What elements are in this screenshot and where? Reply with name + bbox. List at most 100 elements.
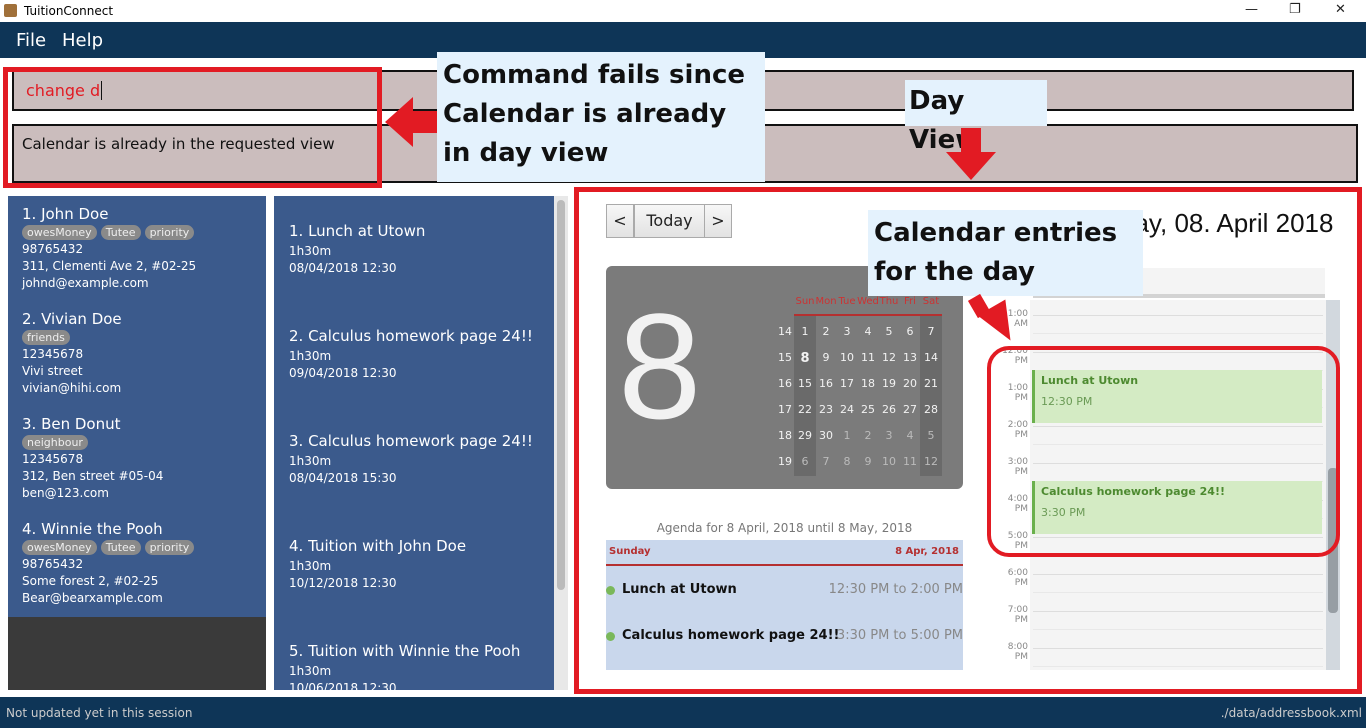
month-day[interactable]: 4 bbox=[899, 429, 921, 442]
month-day[interactable]: 30 bbox=[815, 429, 837, 442]
month-day[interactable]: 13 bbox=[899, 351, 921, 364]
close-button[interactable]: ✕ bbox=[1335, 2, 1346, 17]
month-day[interactable]: 22 bbox=[794, 403, 816, 416]
person-name: 1. John Doe bbox=[22, 205, 109, 223]
month-day[interactable]: 14 bbox=[920, 351, 942, 364]
tag: Tutee bbox=[100, 225, 141, 240]
month-day[interactable]: 5 bbox=[920, 429, 942, 442]
tag: priority bbox=[144, 225, 195, 240]
month-day[interactable]: 9 bbox=[857, 455, 879, 468]
annotation-highlight-entries bbox=[987, 346, 1340, 557]
month-day[interactable]: 12 bbox=[920, 455, 942, 468]
event-duration: 1h30m bbox=[289, 664, 332, 678]
month-day[interactable]: 25 bbox=[857, 403, 879, 416]
week-number: 18 bbox=[778, 429, 792, 442]
week-number: 17 bbox=[778, 403, 792, 416]
maximize-button[interactable]: ❐ bbox=[1289, 2, 1301, 17]
month-day[interactable]: 17 bbox=[836, 377, 858, 390]
title-bar: TuitionConnect — ❐ ✕ bbox=[0, 0, 1366, 22]
tag: owesMoney bbox=[22, 540, 97, 555]
month-day[interactable]: 26 bbox=[878, 403, 900, 416]
month-day[interactable]: 29 bbox=[794, 429, 816, 442]
month-day[interactable]: 16 bbox=[815, 377, 837, 390]
month-day[interactable]: 7 bbox=[815, 455, 837, 468]
person-email: Bear@bearxample.com bbox=[22, 591, 163, 605]
month-day[interactable]: 11 bbox=[857, 351, 879, 364]
person-address: 311, Clementi Ave 2, #02-25 bbox=[22, 259, 197, 273]
prev-button[interactable]: < bbox=[606, 204, 634, 238]
person-card[interactable]: 1. John Doe owesMoney Tutee priority 9876543… bbox=[22, 204, 198, 292]
today-button[interactable]: Today bbox=[634, 204, 705, 238]
month-day[interactable]: 10 bbox=[878, 455, 900, 468]
person-phone: 98765432 bbox=[22, 242, 84, 256]
month-day[interactable]: 15 bbox=[794, 377, 816, 390]
month-day[interactable]: 2 bbox=[815, 325, 837, 338]
agenda-dot-icon bbox=[606, 632, 615, 641]
event-datetime: 08/04/2018 15:30 bbox=[289, 471, 397, 485]
menu-file[interactable]: File bbox=[16, 30, 46, 51]
weekday-label: Wed bbox=[857, 296, 879, 307]
person-card[interactable]: 3. Ben Donut neighbour 12345678 312, Ben st… bbox=[22, 414, 163, 502]
month-day[interactable]: 12 bbox=[878, 351, 900, 364]
event-card[interactable]: 3. Calculus homework page 24!! 1h30m 08/04… bbox=[289, 429, 533, 487]
tag: friends bbox=[22, 330, 70, 345]
month-day[interactable]: 6 bbox=[899, 325, 921, 338]
menu-help[interactable]: Help bbox=[62, 30, 103, 51]
month-day[interactable]: 6 bbox=[794, 455, 816, 468]
arrow-left-icon bbox=[385, 97, 413, 147]
event-name: 2. Calculus homework page 24!! bbox=[289, 327, 533, 345]
person-name: 3. Ben Donut bbox=[22, 415, 121, 433]
person-list[interactable]: 1. John Doe owesMoney Tutee priority 9876543… bbox=[8, 196, 266, 690]
time-label: 6:00 PM bbox=[1007, 568, 1028, 588]
tag: owesMoney bbox=[22, 225, 97, 240]
hour-line bbox=[1033, 611, 1323, 612]
next-button[interactable]: > bbox=[704, 204, 732, 238]
tag-list: neighbour bbox=[22, 434, 163, 451]
month-day[interactable]: 1 bbox=[794, 325, 816, 338]
month-day[interactable]: 18 bbox=[857, 377, 879, 390]
event-datetime: 09/04/2018 12:30 bbox=[289, 366, 397, 380]
month-day[interactable]: 20 bbox=[899, 377, 921, 390]
month-day[interactable]: 27 bbox=[899, 403, 921, 416]
month-day[interactable]: 5 bbox=[878, 325, 900, 338]
month-day[interactable]: 11 bbox=[899, 455, 921, 468]
event-card[interactable]: 5. Tuition with Winnie the Pooh 1h30m 10/0… bbox=[289, 639, 520, 697]
month-day[interactable]: 23 bbox=[815, 403, 837, 416]
minimize-button[interactable]: — bbox=[1245, 2, 1258, 17]
month-day[interactable]: 10 bbox=[836, 351, 858, 364]
weekday-label: Thu bbox=[879, 296, 899, 307]
month-day[interactable]: 7 bbox=[920, 325, 942, 338]
agenda-date: 8 Apr, 2018 bbox=[895, 546, 959, 557]
month-day[interactable]: 8 bbox=[794, 351, 816, 366]
month-day[interactable]: 8 bbox=[836, 455, 858, 468]
scrollbar[interactable] bbox=[554, 196, 568, 690]
event-card[interactable]: 1. Lunch at Utown 1h30m 08/04/2018 12:30 bbox=[289, 219, 425, 277]
event-datetime: 10/12/2018 12:30 bbox=[289, 576, 397, 590]
month-day[interactable]: 9 bbox=[815, 351, 837, 364]
month-day[interactable]: 2 bbox=[857, 429, 879, 442]
event-name: 4. Tuition with John Doe bbox=[289, 537, 467, 555]
agenda-item-name[interactable]: Calculus homework page 24!! bbox=[622, 628, 839, 643]
agenda-list[interactable]: Sunday 8 Apr, 2018 Lunch at Utown 12:30 P… bbox=[606, 540, 963, 670]
event-card[interactable]: 4. Tuition with John Doe 1h30m 10/12/2018 … bbox=[289, 534, 466, 592]
tag: Tutee bbox=[100, 540, 141, 555]
month-day[interactable]: 28 bbox=[920, 403, 942, 416]
month-day[interactable]: 24 bbox=[836, 403, 858, 416]
month-day[interactable]: 19 bbox=[878, 377, 900, 390]
week-number: 19 bbox=[778, 455, 792, 468]
month-day[interactable]: 21 bbox=[920, 377, 942, 390]
month-day[interactable]: 3 bbox=[878, 429, 900, 442]
event-duration: 1h30m bbox=[289, 559, 332, 573]
event-list[interactable]: 1. Lunch at Utown 1h30m 08/04/2018 12:30 2.… bbox=[274, 196, 568, 695]
agenda-dot-icon bbox=[606, 586, 615, 595]
person-card[interactable]: 4. Winnie the Pooh owesMoney Tutee priority… bbox=[22, 519, 198, 607]
month-day[interactable]: 1 bbox=[836, 429, 858, 442]
calendar-date-title: day, 08. April 2018 bbox=[1120, 208, 1334, 238]
person-card[interactable]: 2. Vivian Doe friends 12345678 Vivi street v… bbox=[22, 309, 122, 397]
agenda-item-name[interactable]: Lunch at Utown bbox=[622, 582, 737, 597]
event-card[interactable]: 2. Calculus homework page 24!! 1h30m 09/04… bbox=[289, 324, 533, 382]
hour-line bbox=[1033, 315, 1323, 316]
month-day[interactable]: 3 bbox=[836, 325, 858, 338]
save-location: ./data/addressbook.xml bbox=[1220, 706, 1362, 720]
month-day[interactable]: 4 bbox=[857, 325, 879, 338]
